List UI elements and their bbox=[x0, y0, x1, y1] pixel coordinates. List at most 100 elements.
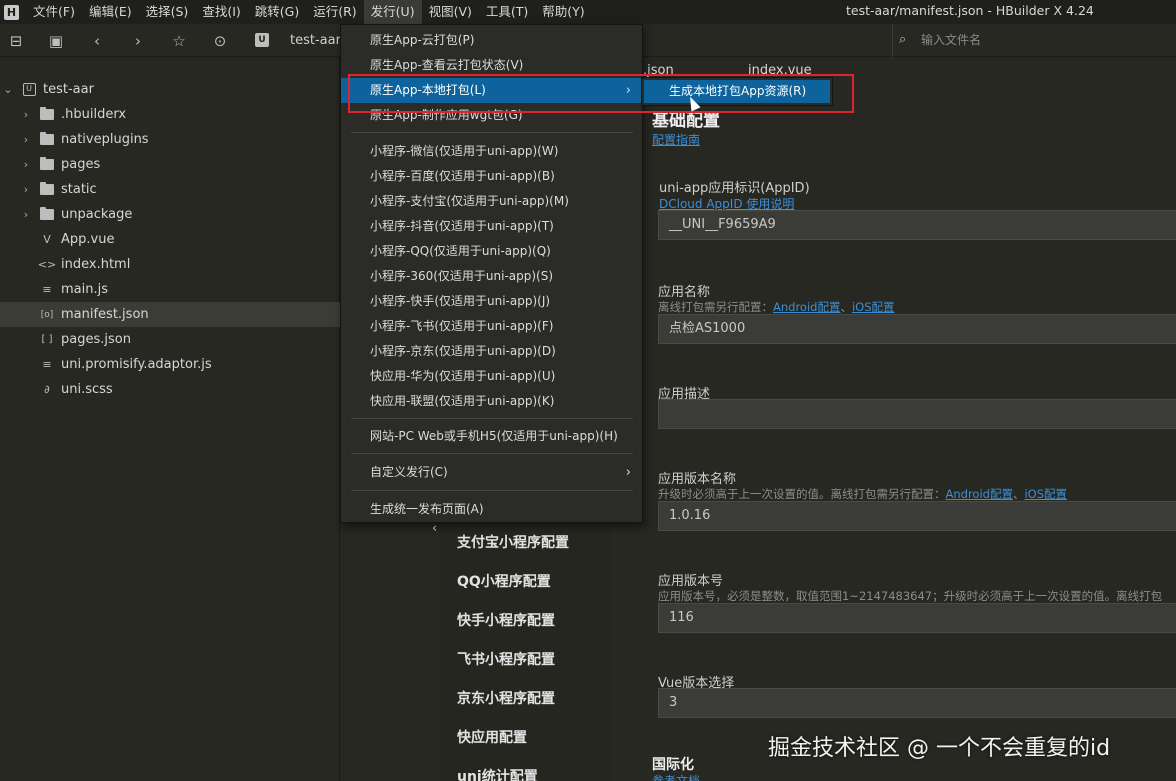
menu-item-generate-local-resources[interactable]: 生成本地打包App资源(R) bbox=[644, 80, 830, 103]
tree-file-manifest-json[interactable]: [o] manifest.json bbox=[0, 302, 340, 327]
chevron-right-icon[interactable]: › bbox=[20, 183, 32, 196]
file-search: ⌕ bbox=[892, 24, 1176, 57]
config-nav: ‹ 支付宝小程序配置 QQ小程序配置 快手小程序配置 飞书小程序配置 京东小程序… bbox=[432, 520, 611, 781]
chevron-right-icon[interactable]: › bbox=[20, 133, 32, 146]
android-config-link[interactable]: Android配置 bbox=[773, 300, 840, 314]
hbuilderx-logo-icon[interactable]: H bbox=[4, 4, 19, 20]
nav-qq-config[interactable]: QQ小程序配置 bbox=[457, 571, 551, 591]
menu-item-mp-jd[interactable]: 小程序-京东(仅适用于uni-app)(D) bbox=[341, 339, 642, 364]
tree-file-promisify-js[interactable]: ≡ uni.promisify.adaptor.js bbox=[0, 352, 340, 377]
nav-feishu-config[interactable]: 飞书小程序配置 bbox=[457, 649, 555, 669]
menu-item-mp-weixin[interactable]: 小程序-微信(仅适用于uni-app)(W) bbox=[341, 139, 642, 164]
tree-item-label: uni.scss bbox=[61, 382, 113, 397]
tree-folder-static[interactable]: › static bbox=[0, 177, 340, 202]
chevron-right-icon[interactable]: › bbox=[20, 158, 32, 171]
menu-item-local-pack[interactable]: 原生App-本地打包(L) › bbox=[341, 78, 642, 103]
tree-folder-nativeplugins[interactable]: › nativeplugins bbox=[0, 127, 340, 152]
section-title: 基础配置 bbox=[652, 111, 720, 131]
breadcrumb[interactable]: test-aar bbox=[290, 31, 341, 51]
release-menu: 原生App-云打包(P) 原生App-查看云打包状态(V) 原生App-本地打包… bbox=[340, 24, 643, 523]
chevron-right-icon[interactable]: › bbox=[20, 208, 32, 221]
menu-help[interactable]: 帮助(Y) bbox=[535, 0, 591, 24]
menu-item-wgt[interactable]: 原生App-制作应用wgt包(G) bbox=[341, 103, 642, 128]
menu-tools[interactable]: 工具(T) bbox=[479, 0, 535, 24]
favorite-icon[interactable]: ☆ bbox=[169, 31, 189, 51]
menu-divider bbox=[351, 132, 633, 133]
menu-item-mp-kuaishou[interactable]: 小程序-快手(仅适用于uni-app)(J) bbox=[341, 289, 642, 314]
menu-edit[interactable]: 编辑(E) bbox=[82, 0, 139, 24]
tree-item-label: pages bbox=[61, 157, 101, 172]
menu-run[interactable]: 运行(R) bbox=[306, 0, 363, 24]
menu-item-release-page[interactable]: 生成统一发布页面(A) bbox=[341, 497, 642, 522]
menu-item-mp-baidu[interactable]: 小程序-百度(仅适用于uni-app)(B) bbox=[341, 164, 642, 189]
save-icon[interactable]: ▣ bbox=[46, 31, 66, 51]
android-config-link[interactable]: Android配置 bbox=[946, 487, 1013, 501]
menu-item-mp-feishu[interactable]: 小程序-飞书(仅适用于uni-app)(F) bbox=[341, 314, 642, 339]
js-file-icon: ≡ bbox=[42, 283, 52, 296]
forward-icon[interactable]: › bbox=[128, 31, 148, 51]
tab-manifest-json[interactable]: .json bbox=[643, 63, 674, 78]
chevron-down-icon[interactable]: ⌄ bbox=[2, 83, 14, 96]
app-name-field[interactable]: 点检AS1000 bbox=[658, 314, 1176, 344]
new-file-icon[interactable]: ⊟ bbox=[6, 31, 26, 51]
vue-version-select[interactable]: 3 bbox=[658, 688, 1176, 718]
version-name-hint: 升级时必须高于上一次设置的值。离线打包需另行配置：Android配置、iOS配置 bbox=[658, 487, 1068, 501]
tree-file-uni-scss[interactable]: ∂ uni.scss bbox=[0, 377, 340, 402]
app-desc-field[interactable] bbox=[658, 399, 1176, 429]
tree-folder-hbuilderx[interactable]: › .hbuilderx bbox=[0, 102, 340, 127]
json-file-icon: [ ] bbox=[41, 334, 53, 345]
menu-item-custom-release[interactable]: 自定义发行(C) › bbox=[341, 460, 642, 485]
menu-divider bbox=[351, 453, 633, 454]
back-icon[interactable]: ‹ bbox=[87, 31, 107, 51]
version-code-field[interactable]: 116 bbox=[658, 603, 1176, 633]
nav-jd-config[interactable]: 京东小程序配置 bbox=[457, 688, 555, 708]
tree-file-app-vue[interactable]: V App.vue bbox=[0, 227, 340, 252]
menu-goto[interactable]: 跳转(G) bbox=[248, 0, 306, 24]
tab-index-vue[interactable]: index.vue bbox=[748, 63, 812, 78]
folder-icon bbox=[40, 132, 54, 147]
tree-folder-pages[interactable]: › pages bbox=[0, 152, 340, 177]
menu-view[interactable]: 视图(V) bbox=[422, 0, 479, 24]
file-search-input[interactable] bbox=[921, 28, 1161, 52]
tree-item-label: nativeplugins bbox=[61, 132, 149, 147]
menu-item-web-h5[interactable]: 网站-PC Web或手机H5(仅适用于uni-app)(H) bbox=[341, 424, 642, 449]
chevron-right-icon[interactable]: › bbox=[20, 108, 32, 121]
appid-field[interactable]: __UNI__F9659A9 bbox=[658, 210, 1176, 240]
menu-item-quickapp-huawei[interactable]: 快应用-华为(仅适用于uni-app)(U) bbox=[341, 364, 642, 389]
menu-item-cloud-status[interactable]: 原生App-查看云打包状态(V) bbox=[341, 53, 642, 78]
tree-item-label: index.html bbox=[61, 257, 131, 272]
folder-icon bbox=[40, 157, 54, 172]
nav-unistat-config[interactable]: uni统计配置 bbox=[457, 766, 538, 781]
file-search-icon[interactable]: ⌕ bbox=[899, 32, 915, 48]
menu-item-mp-douyin[interactable]: 小程序-抖音(仅适用于uni-app)(T) bbox=[341, 214, 642, 239]
tree-item-label: static bbox=[61, 182, 97, 197]
tree-folder-unpackage[interactable]: › unpackage bbox=[0, 202, 340, 227]
config-guide-link[interactable]: 配置指南 bbox=[652, 131, 700, 148]
menu-divider bbox=[351, 418, 633, 419]
ios-config-link[interactable]: iOS配置 bbox=[1024, 487, 1067, 501]
menu-item-mp-qq[interactable]: 小程序-QQ(仅适用于uni-app)(Q) bbox=[341, 239, 642, 264]
menu-item-mp-360[interactable]: 小程序-360(仅适用于uni-app)(S) bbox=[341, 264, 642, 289]
version-name-field[interactable]: 1.0.16 bbox=[658, 501, 1176, 531]
ios-config-link[interactable]: iOS配置 bbox=[852, 300, 895, 314]
tree-file-index-html[interactable]: <> index.html bbox=[0, 252, 340, 277]
tree-file-pages-json[interactable]: [ ] pages.json bbox=[0, 327, 340, 352]
menu-file[interactable]: 文件(F) bbox=[26, 0, 82, 24]
menu-release[interactable]: 发行(U) bbox=[363, 0, 422, 24]
menu-select[interactable]: 选择(S) bbox=[139, 0, 196, 24]
tree-project-root[interactable]: ⌄ U test-aar bbox=[0, 77, 340, 102]
i18n-doc-link[interactable]: 参考文档 bbox=[652, 772, 700, 781]
version-name-label: 应用版本名称 bbox=[658, 472, 737, 487]
menu-item-quickapp-union[interactable]: 快应用-联盟(仅适用于uni-app)(K) bbox=[341, 389, 642, 414]
nav-quickapp-config[interactable]: 快应用配置 bbox=[457, 727, 527, 747]
watermark: 掘金技术社区 @ 一个不会重复的id bbox=[768, 736, 1111, 761]
nav-alipay-config[interactable]: 支付宝小程序配置 bbox=[457, 532, 569, 552]
nav-kuaishou-config[interactable]: 快手小程序配置 bbox=[457, 610, 555, 630]
local-pack-submenu: 生成本地打包App资源(R) bbox=[641, 77, 833, 106]
menu-item-cloud-pack[interactable]: 原生App-云打包(P) bbox=[341, 28, 642, 53]
menu-item-mp-alipay[interactable]: 小程序-支付宝(仅适用于uni-app)(M) bbox=[341, 189, 642, 214]
run-icon[interactable]: ⊙ bbox=[210, 31, 230, 51]
collapse-left-icon[interactable]: ‹ bbox=[432, 521, 437, 536]
tree-file-main-js[interactable]: ≡ main.js bbox=[0, 277, 340, 302]
menu-find[interactable]: 查找(I) bbox=[195, 0, 247, 24]
